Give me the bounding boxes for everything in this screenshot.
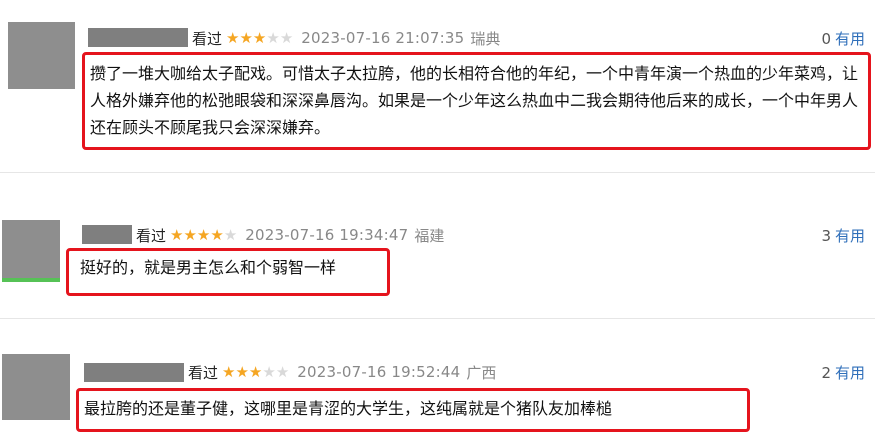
username-redacted[interactable] [88,28,188,47]
username-redacted[interactable] [82,225,132,244]
star-icon: ★ [266,28,280,47]
review-meta: 看过 ★ ★ ★ ★ ★ 2023-07-16 19:34:47 福建 [136,225,444,245]
star-icon: ★ [183,225,197,244]
useful-vote: 3 有用 [821,225,865,246]
star-icon: ★ [275,362,290,381]
star-icon: ★ [262,362,276,381]
useful-button[interactable]: 有用 [835,364,865,382]
review-comment: 攒了一堆大咖给太子配戏。可惜太子太拉胯，他的长相符合他的年纪，一个中青年演一个热… [90,64,859,137]
review-time: 2023-07-16 19:52:44 [297,363,461,381]
useful-button[interactable]: 有用 [835,30,865,48]
review-location: 福建 [414,226,445,245]
useful-vote: 0 有用 [821,28,865,49]
star-icon: ★ [196,225,211,244]
review-meta: 看过 ★ ★ ★ ★ ★ 2023-07-16 21:07:35 瑞典 [192,28,500,48]
star-icon: ★ [239,28,253,47]
review-location: 瑞典 [470,29,501,48]
username-redacted[interactable] [84,363,184,382]
review-comment: 挺好的，就是男主怎么和个弱智一样 [80,258,337,277]
review-time: 2023-07-16 19:34:47 [245,226,409,244]
divider [0,318,875,319]
divider [0,172,875,173]
rating-stars: ★ ★ ★ ★ ★ [170,225,238,244]
watched-status: 看过 [188,363,219,382]
review-comment: 最拉胯的还是董子健，这哪里是青涩的大学生，这纯属就是个猪队友加棒槌 [84,399,613,418]
avatar[interactable] [2,354,70,420]
star-icon: ★ [223,225,238,244]
review-item: 看过 ★ ★ ★ ★ ★ 2023-07-16 21:07:35 瑞典 0 有用 攒了一堆… [0,0,875,170]
watched-status: 看过 [136,226,167,245]
star-icon: ★ [252,28,267,47]
star-icon: ★ [248,362,263,381]
star-icon: ★ [170,225,184,244]
avatar[interactable] [2,220,60,282]
useful-count: 0 [821,30,831,48]
review-location: 广西 [466,363,497,382]
star-icon: ★ [226,28,240,47]
star-icon: ★ [279,28,294,47]
review-meta: 看过 ★ ★ ★ ★ ★ 2023-07-16 19:52:44 广西 [188,362,496,382]
star-icon: ★ [210,225,224,244]
useful-count: 3 [821,227,831,245]
star-icon: ★ [235,362,249,381]
star-icon: ★ [222,362,236,381]
useful-count: 2 [821,364,831,382]
review-time: 2023-07-16 21:07:35 [301,29,465,47]
useful-button[interactable]: 有用 [835,227,865,245]
rating-stars: ★ ★ ★ ★ ★ [226,28,294,47]
useful-vote: 2 有用 [821,362,865,383]
avatar[interactable] [8,22,75,89]
watched-status: 看过 [192,29,223,48]
rating-stars: ★ ★ ★ ★ ★ [222,362,290,381]
